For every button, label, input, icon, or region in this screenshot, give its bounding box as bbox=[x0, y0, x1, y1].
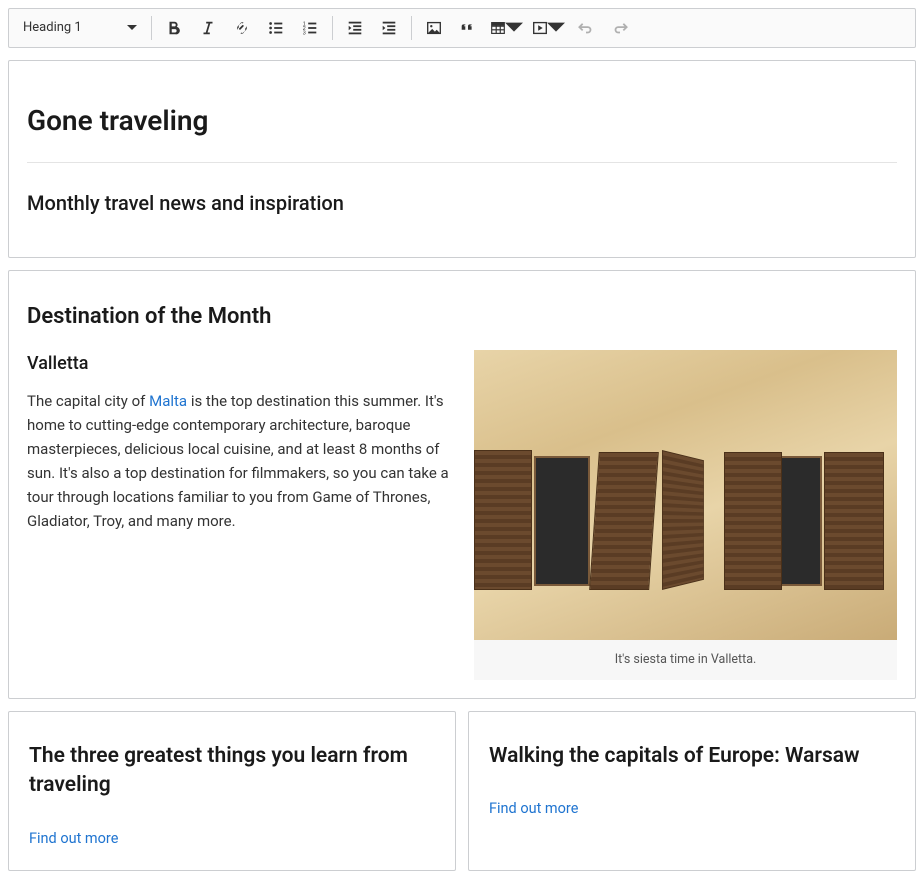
italic-icon bbox=[199, 19, 217, 37]
page-title: Gone traveling bbox=[27, 99, 897, 144]
svg-text:3: 3 bbox=[303, 30, 306, 36]
destination-image[interactable] bbox=[474, 350, 897, 640]
destination-city: Valletta bbox=[27, 350, 450, 379]
header-card[interactable]: Gone traveling Monthly travel news and i… bbox=[8, 60, 916, 258]
blockquote-button[interactable] bbox=[452, 12, 484, 44]
outdent-icon bbox=[346, 19, 364, 37]
heading-dropdown-label: Heading 1 bbox=[23, 18, 82, 39]
section-title: Destination of the Month bbox=[27, 299, 897, 334]
article-title: Walking the capitals of Europe: Warsaw bbox=[489, 742, 895, 771]
toolbar-separator bbox=[332, 16, 333, 40]
divider bbox=[27, 162, 897, 163]
destination-figure: It's siesta time in Valletta. bbox=[474, 350, 897, 680]
image-button[interactable] bbox=[418, 12, 450, 44]
outdent-button[interactable] bbox=[339, 12, 371, 44]
chevron-down-icon bbox=[505, 19, 523, 37]
bulleted-list-button[interactable] bbox=[260, 12, 292, 44]
undo-icon bbox=[577, 19, 595, 37]
quote-icon bbox=[459, 19, 477, 37]
bulleted-list-icon bbox=[267, 19, 285, 37]
image-icon bbox=[425, 19, 443, 37]
article-title: The three greatest things you learn from… bbox=[29, 742, 435, 801]
bold-button[interactable] bbox=[158, 12, 190, 44]
indent-button[interactable] bbox=[373, 12, 405, 44]
articles-row: The three greatest things you learn from… bbox=[8, 711, 916, 871]
malta-link[interactable]: Malta bbox=[149, 392, 187, 410]
italic-button[interactable] bbox=[192, 12, 224, 44]
find-out-more-link[interactable]: Find out more bbox=[29, 827, 118, 850]
toolbar-separator bbox=[411, 16, 412, 40]
undo-button[interactable] bbox=[570, 12, 602, 44]
page-subtitle: Monthly travel news and inspiration bbox=[27, 187, 897, 219]
table-button[interactable] bbox=[486, 12, 526, 44]
destination-paragraph: The capital city of Malta is the top des… bbox=[27, 389, 450, 533]
heading-dropdown[interactable]: Heading 1 bbox=[15, 13, 145, 43]
redo-button[interactable] bbox=[604, 12, 636, 44]
numbered-list-icon: 123 bbox=[301, 19, 319, 37]
bold-icon bbox=[165, 19, 183, 37]
para-pre: The capital city of bbox=[27, 392, 149, 410]
destination-text: Valletta The capital city of Malta is th… bbox=[27, 350, 450, 533]
article-card-right[interactable]: Walking the capitals of Europe: Warsaw F… bbox=[468, 711, 916, 871]
destination-card[interactable]: Destination of the Month Valletta The ca… bbox=[8, 270, 916, 699]
chevron-down-icon bbox=[547, 19, 565, 37]
toolbar-separator bbox=[151, 16, 152, 40]
find-out-more-link[interactable]: Find out more bbox=[489, 797, 578, 820]
numbered-list-button[interactable]: 123 bbox=[294, 12, 326, 44]
image-caption: It's siesta time in Valletta. bbox=[474, 640, 897, 680]
link-icon bbox=[233, 19, 251, 37]
redo-icon bbox=[611, 19, 629, 37]
destination-row: Valletta The capital city of Malta is th… bbox=[27, 350, 897, 680]
para-post: is the top destination this summer. It's… bbox=[27, 392, 449, 530]
indent-icon bbox=[380, 19, 398, 37]
editor-toolbar: Heading 1 123 bbox=[8, 8, 916, 48]
article-card-left[interactable]: The three greatest things you learn from… bbox=[8, 711, 456, 871]
chevron-down-icon bbox=[127, 25, 137, 31]
media-button[interactable] bbox=[528, 12, 568, 44]
link-button[interactable] bbox=[226, 12, 258, 44]
